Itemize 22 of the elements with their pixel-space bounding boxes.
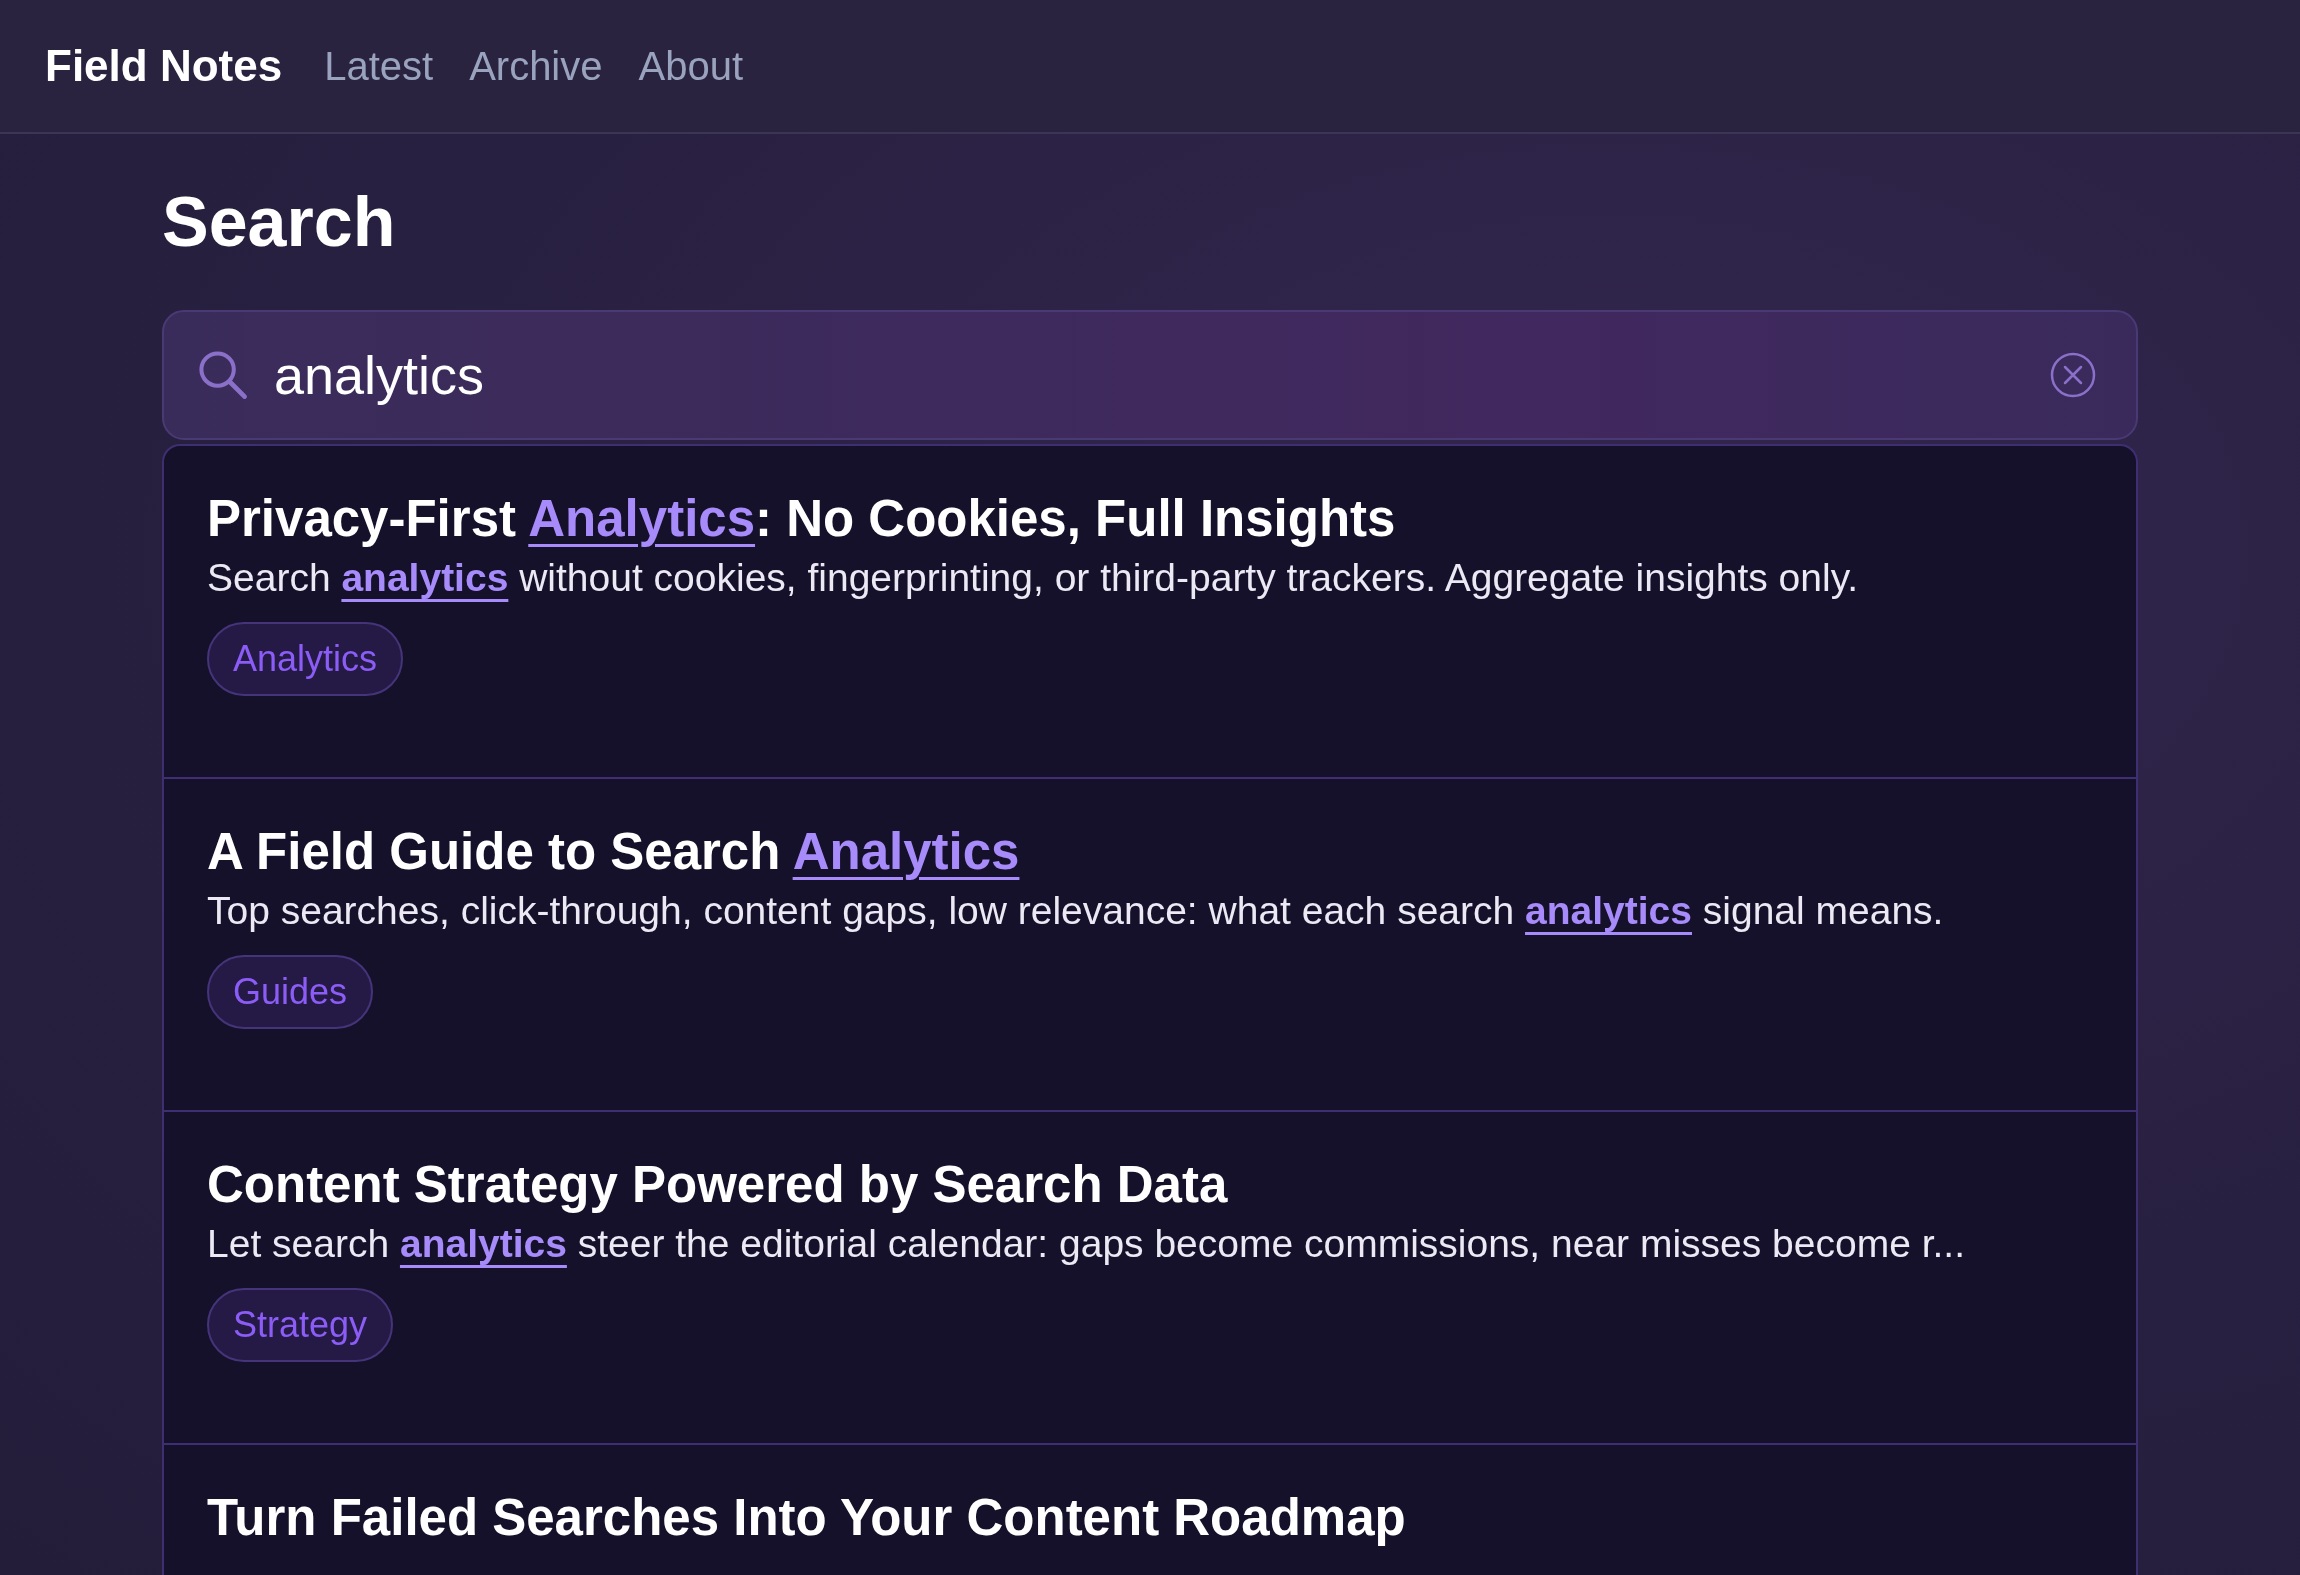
- result-title: A Field Guide to Search Analytics: [207, 822, 1020, 882]
- result-snippet: Let search analytics steer the editorial calendar: gaps become commissions, near misses become r...: [207, 1221, 1966, 1267]
- nav-link[interactable]: Latest: [324, 43, 434, 89]
- nav-link[interactable]: About: [638, 43, 744, 89]
- search-result[interactable]: A Field Guide to Search Analytics Top searches, click-through, content gaps, low relevance: what each search analytics signal means. Guides: [164, 779, 2136, 1112]
- search-field[interactable]: analytics: [162, 310, 2138, 440]
- clear-icon[interactable]: [2050, 352, 2096, 398]
- search-icon: [196, 348, 250, 402]
- result-snippet: Search analytics without cookies, fingerprinting, or third-party trackers. Aggregate insights only.: [207, 555, 1859, 601]
- nav-link[interactable]: Archive: [469, 43, 603, 89]
- page-title: Search: [162, 182, 397, 262]
- tag-pill[interactable]: Strategy: [207, 1288, 394, 1362]
- tag-pill[interactable]: Guides: [207, 955, 374, 1029]
- search-result[interactable]: Privacy-First Analytics: No Cookies, Full Insights Search analytics without cookies, fingerprinting, or third-party trackers. Aggregate insights only. Analytics: [164, 446, 2136, 779]
- result-title: Turn Failed Searches Into Your Content Roadmap: [207, 1488, 1406, 1548]
- search-result[interactable]: Content Strategy Powered by Search Data Let search analytics steer the editorial calendar: gaps become commissions, near misses become r... Strategy: [164, 1112, 2136, 1445]
- site-title[interactable]: Field Notes: [45, 41, 283, 91]
- search-result[interactable]: Turn Failed Searches Into Your Content Roadmap: [164, 1445, 2136, 1575]
- result-snippet: Top searches, click-through, content gaps, low relevance: what each search analytics signal means.: [207, 888, 1944, 934]
- tag-pill[interactable]: Analytics: [207, 622, 404, 696]
- result-title: Privacy-First Analytics: No Cookies, Full Insights: [207, 489, 1396, 549]
- result-title: Content Strategy Powered by Search Data: [207, 1155, 1228, 1215]
